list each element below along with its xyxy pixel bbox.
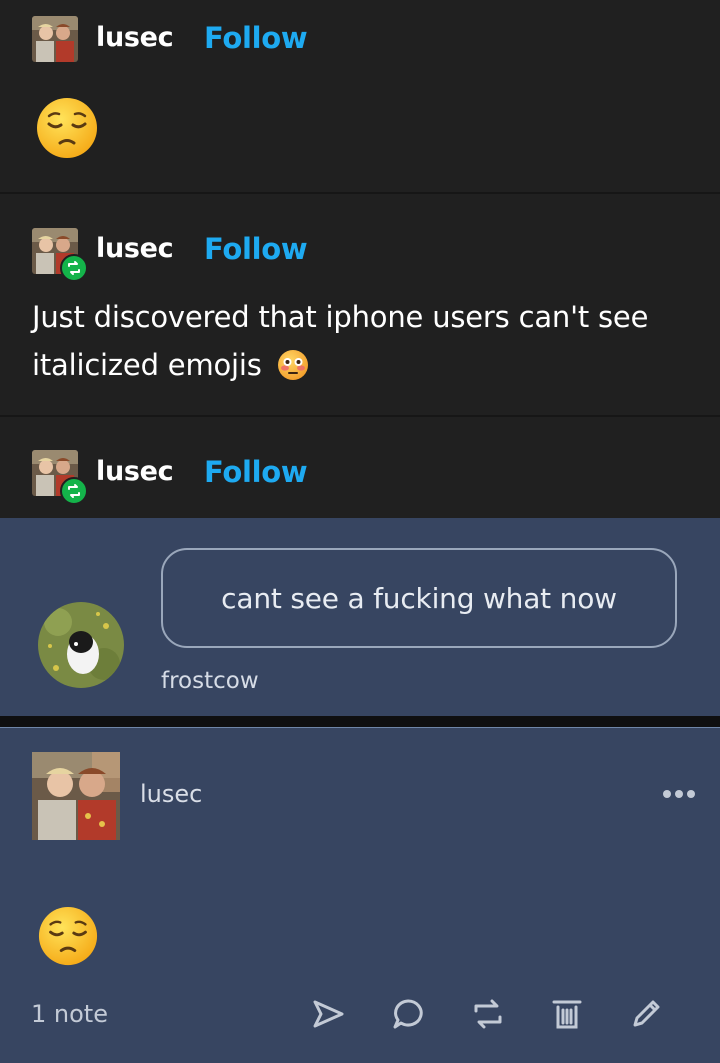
- asker-avatar[interactable]: [38, 602, 124, 688]
- post-text: Just discovered that iphone users can't …: [32, 293, 682, 395]
- follow-button[interactable]: Follow: [204, 455, 308, 489]
- avatar[interactable]: [32, 16, 78, 62]
- answer-username[interactable]: lusec: [140, 780, 202, 808]
- share-icon[interactable]: [310, 996, 346, 1032]
- username[interactable]: lusec: [96, 233, 174, 264]
- reply-icon[interactable]: [390, 996, 426, 1032]
- pensive-face-emoji: [35, 96, 99, 164]
- reblog-icon: [60, 254, 88, 282]
- follow-button[interactable]: Follow: [204, 21, 308, 55]
- reblog-icon: [60, 477, 88, 505]
- asker-name[interactable]: frostcow: [161, 668, 259, 694]
- username[interactable]: lusec: [96, 22, 174, 53]
- post-text-content: Just discovered that iphone users can't …: [32, 300, 649, 382]
- ask-bubble: cant see a fucking what now: [161, 548, 677, 648]
- answer-avatar[interactable]: [32, 752, 120, 840]
- ask-message: cant see a fucking what now: [221, 581, 617, 615]
- username[interactable]: lusec: [96, 456, 174, 487]
- notes-count[interactable]: 1 note: [31, 1000, 108, 1028]
- reblog-icon[interactable]: [470, 996, 506, 1032]
- more-options-icon[interactable]: [662, 785, 696, 804]
- flushed-face-emoji: [277, 347, 309, 395]
- pensive-face-emoji: [37, 905, 99, 971]
- follow-button[interactable]: Follow: [204, 232, 308, 266]
- delete-icon[interactable]: [549, 996, 585, 1032]
- edit-icon[interactable]: [628, 996, 664, 1032]
